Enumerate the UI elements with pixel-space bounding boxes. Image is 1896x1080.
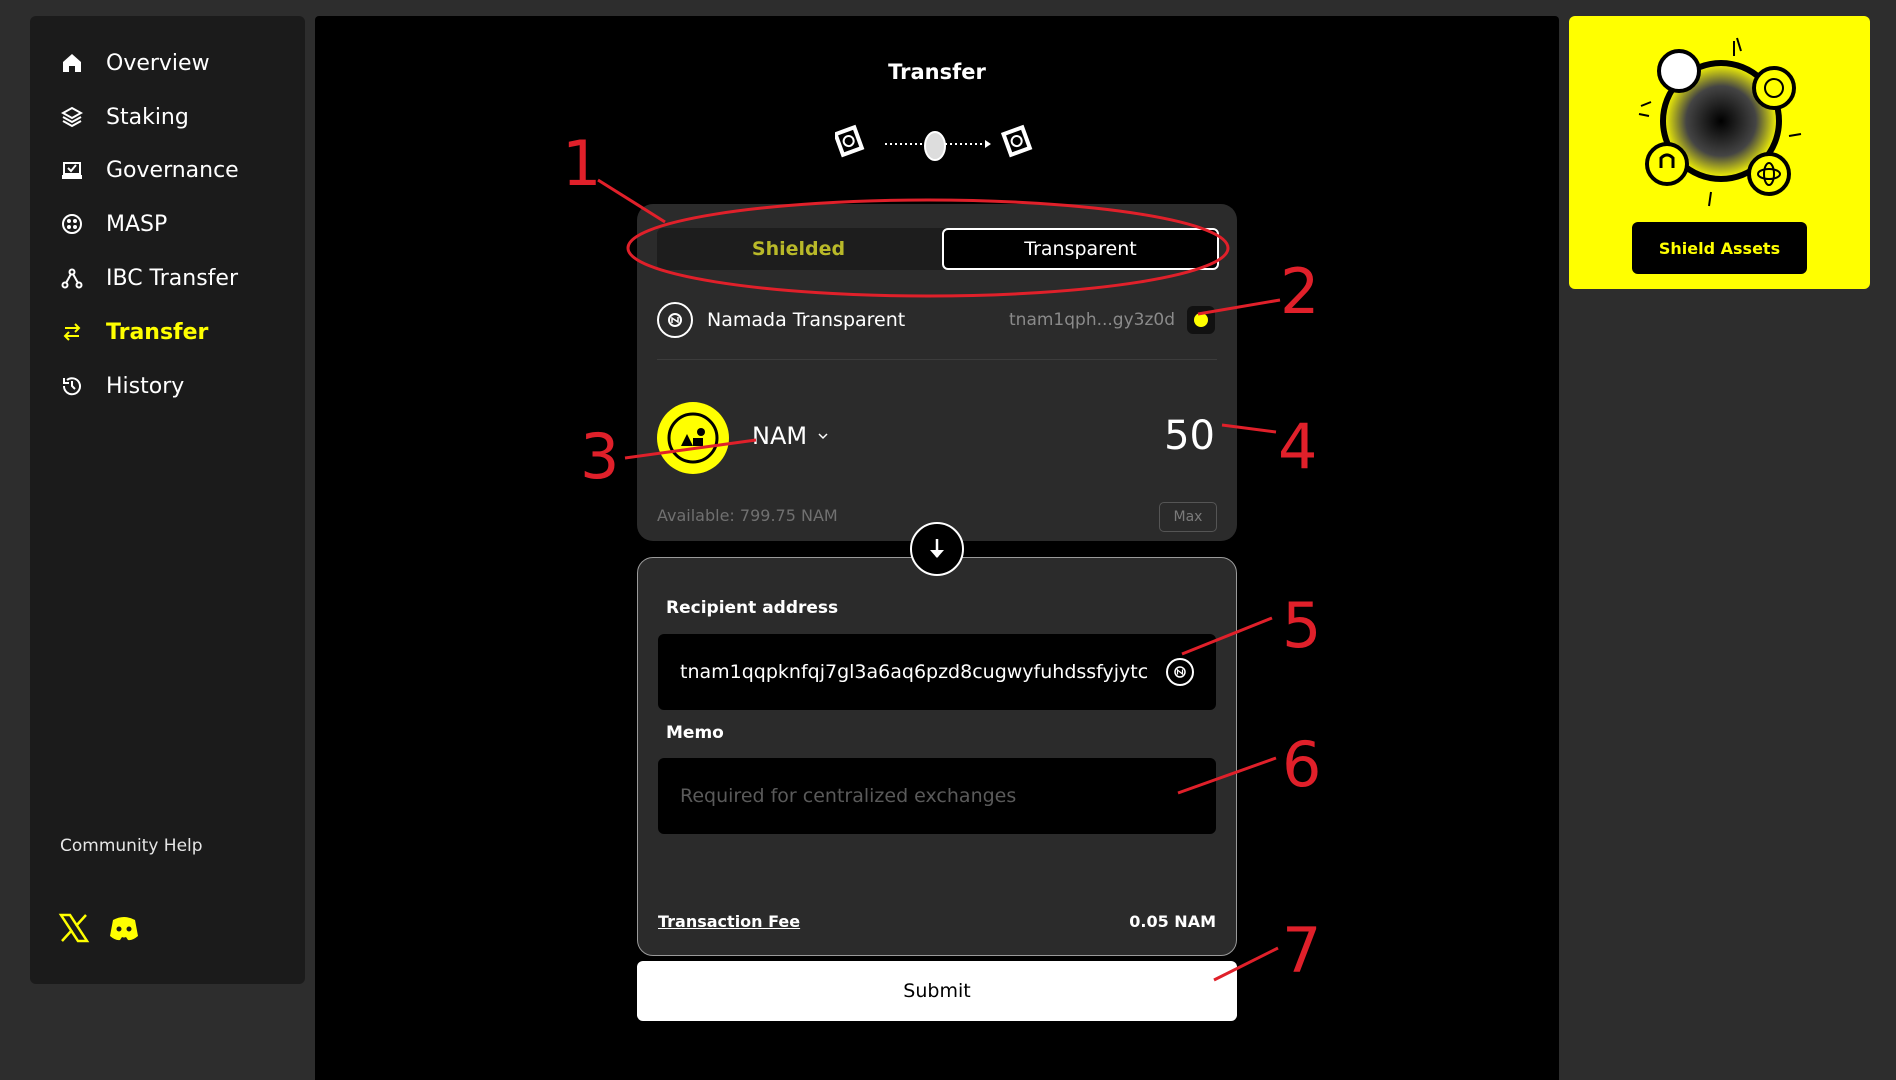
- community-help-link[interactable]: Community Help: [60, 836, 203, 856]
- destination-panel: Recipient address Memo Transaction Fee 0…: [637, 557, 1237, 956]
- memo-label: Memo: [666, 723, 724, 743]
- sidebar-item-transfer[interactable]: Transfer: [60, 312, 208, 352]
- yellow-dot-icon: [1194, 313, 1208, 327]
- token-selector[interactable]: NAM: [752, 422, 831, 450]
- home-icon: [60, 51, 84, 75]
- shield-assets-card: Shield Assets: [1569, 16, 1870, 289]
- recipient-address-input[interactable]: [658, 634, 1216, 710]
- sidebar-item-label: Overview: [106, 50, 210, 76]
- memo-field[interactable]: [658, 758, 1216, 834]
- token-symbol: NAM: [752, 422, 808, 450]
- source-account-row[interactable]: Namada Transparent tnam1qph...gy3z0d: [657, 300, 1217, 340]
- memo-input[interactable]: [658, 758, 1216, 834]
- namada-logo-icon: [657, 302, 693, 338]
- tab-shielded[interactable]: Shielded: [657, 228, 940, 270]
- shield-mode-tabs: Shielded Transparent: [657, 228, 1219, 270]
- transfer-flow-stepper: [835, 124, 1033, 161]
- divider: [657, 359, 1217, 360]
- discord-icon[interactable]: [108, 912, 140, 944]
- sidebar-item-history[interactable]: History: [60, 366, 184, 406]
- sidebar-item-label: Governance: [106, 157, 239, 183]
- main-panel: Transfer Shielded Transparent Namada Tra…: [315, 16, 1559, 1080]
- shield-assets-button[interactable]: Shield Assets: [1632, 222, 1807, 274]
- transaction-fee-value: 0.05 NAM: [1129, 912, 1216, 931]
- namada-transparent-icon: [835, 124, 865, 158]
- shield-assets-illustration: [1638, 37, 1802, 207]
- wallet-indicator-button[interactable]: [1187, 306, 1215, 334]
- coin-icon: [924, 131, 946, 161]
- masp-icon: [60, 212, 84, 236]
- arrow-down-icon: [910, 522, 964, 576]
- max-button[interactable]: Max: [1159, 502, 1217, 532]
- tab-transparent[interactable]: Transparent: [942, 228, 1219, 270]
- recipient-address-field[interactable]: [658, 634, 1216, 710]
- source-panel: Shielded Transparent Namada Transparent …: [637, 204, 1237, 541]
- amount-input[interactable]: [1013, 412, 1217, 460]
- ballot-icon: [60, 158, 84, 182]
- nam-token-icon: [657, 402, 729, 474]
- page-title: Transfer: [888, 60, 986, 84]
- available-balance: Available: 799.75 NAM: [657, 506, 838, 525]
- sidebar-item-label: Transfer: [106, 319, 209, 345]
- submit-button[interactable]: Submit: [637, 961, 1237, 1021]
- sidebar-item-label: History: [106, 373, 185, 399]
- sidebar-item-overview[interactable]: Overview: [60, 43, 210, 83]
- recipient-address-label: Recipient address: [666, 598, 839, 618]
- namada-transparent-icon: [1000, 124, 1033, 158]
- layers-icon: [60, 105, 84, 129]
- sidebar-item-label: Staking: [106, 104, 189, 130]
- sidebar-item-ibc-transfer[interactable]: IBC Transfer: [60, 258, 238, 298]
- sidebar-item-staking[interactable]: Staking: [60, 97, 189, 137]
- namada-address-icon: [1166, 658, 1194, 686]
- x-icon[interactable]: [58, 912, 90, 944]
- sidebar-item-label: MASP: [106, 211, 168, 237]
- sidebar-item-governance[interactable]: Governance: [60, 150, 239, 190]
- sidebar-item-label: IBC Transfer: [106, 265, 239, 291]
- sidebar: Overview Staking Governance MASP IBC Tra…: [30, 16, 305, 984]
- sidebar-item-masp[interactable]: MASP: [60, 204, 167, 244]
- account-name: Namada Transparent: [707, 309, 906, 331]
- account-address: tnam1qph...gy3z0d: [1009, 310, 1175, 330]
- history-icon: [60, 374, 84, 398]
- transaction-fee-link[interactable]: Transaction Fee: [658, 912, 800, 931]
- transfer-icon: [60, 320, 84, 344]
- chevron-down-icon: [818, 433, 828, 440]
- ibc-icon: [60, 266, 84, 290]
